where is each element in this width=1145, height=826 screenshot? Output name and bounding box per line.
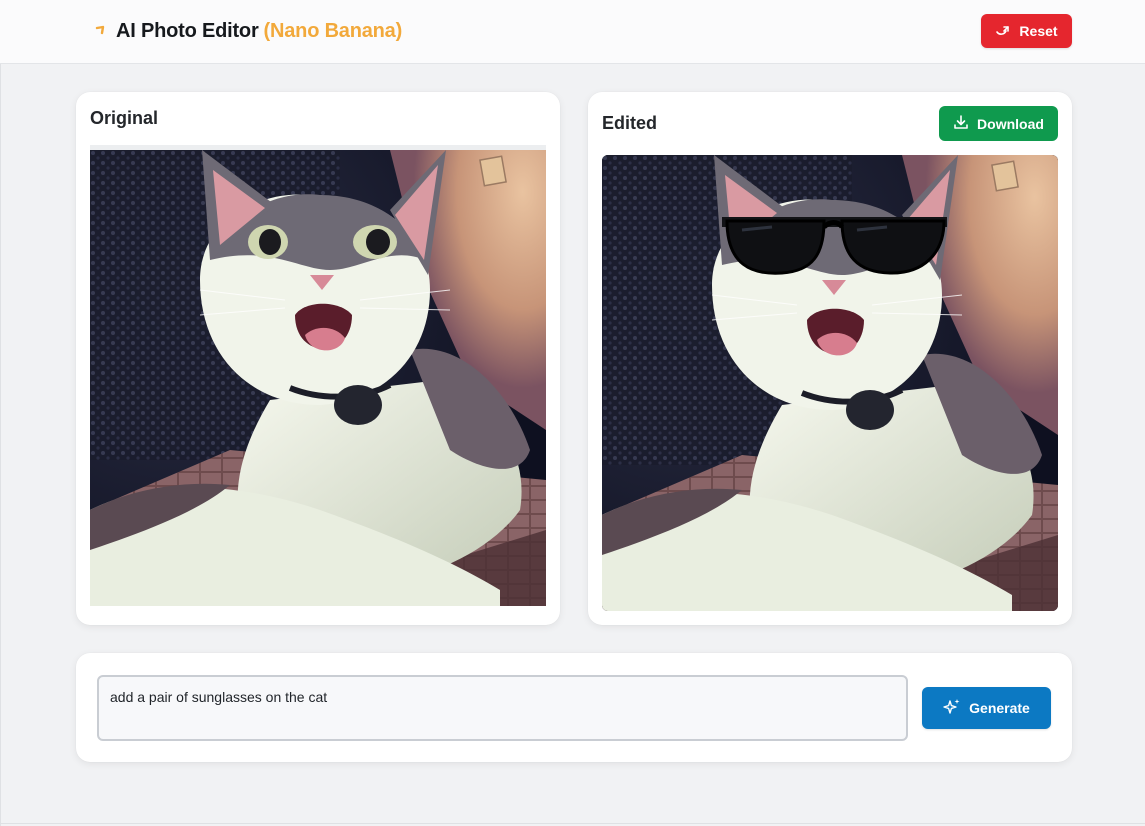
window-bottom-edge	[0, 823, 1145, 824]
original-title: Original	[90, 108, 159, 128]
prompt-panel: add a pair of sunglasses on the cat Gene…	[76, 653, 1072, 762]
edited-image	[602, 155, 1058, 611]
app-title: AI Photo Editor	[116, 20, 259, 42]
app-subtitle: (Nano Banana)	[263, 20, 403, 42]
reset-button[interactable]: Reset	[981, 14, 1072, 48]
download-label: Download	[977, 115, 1044, 132]
edited-panel: Edited Download	[588, 92, 1072, 625]
brand: AI Photo Editor (Nano Banana)	[94, 20, 402, 43]
top-bar: AI Photo Editor (Nano Banana) Reset	[0, 0, 1145, 64]
sparkles-icon	[943, 698, 961, 719]
original-panel: Original	[76, 92, 560, 625]
generate-label: Generate	[969, 700, 1030, 716]
cat-photo-with-sunglasses	[602, 155, 1058, 611]
original-image	[90, 150, 546, 606]
banana-icon	[94, 22, 108, 42]
cat-photo	[90, 150, 546, 606]
generate-button[interactable]: Generate	[922, 687, 1051, 729]
reset-icon	[995, 23, 1011, 40]
prompt-input[interactable]: add a pair of sunglasses on the cat	[97, 675, 908, 741]
window-edge	[0, 0, 1, 826]
download-button[interactable]: Download	[939, 106, 1058, 141]
edited-title: Edited	[602, 113, 658, 133]
download-icon	[953, 114, 969, 133]
reset-label: Reset	[1019, 23, 1058, 39]
